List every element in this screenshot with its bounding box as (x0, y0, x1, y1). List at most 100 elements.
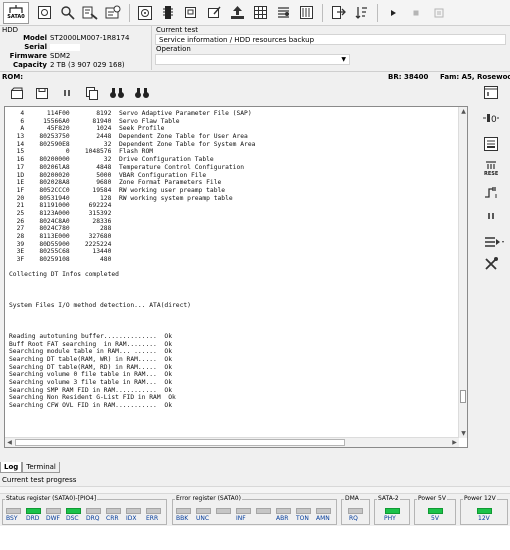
error-register-led (236, 508, 251, 514)
error-register-led (216, 508, 231, 514)
insert-row-button[interactable] (480, 232, 508, 252)
sata2-title: SATA-2 (377, 495, 400, 503)
stop-button[interactable] (405, 3, 427, 23)
edit-button[interactable] (203, 3, 225, 23)
play-icon (391, 9, 396, 16)
scroll-right-icon[interactable]: ▶ (450, 438, 459, 447)
identify-button[interactable] (102, 3, 124, 23)
status-register-led-label: DRD (26, 515, 40, 522)
chevron-down-icon: ▼ (341, 56, 346, 63)
status-register-led (106, 508, 121, 514)
log-line: 39 80D55900 2225224 (9, 240, 112, 248)
power12-box: Power 12V 12V (460, 495, 508, 525)
upload-button[interactable] (226, 3, 248, 23)
wrench-icon (82, 6, 98, 20)
status-register-led (26, 508, 41, 514)
error-register-led (276, 508, 291, 514)
bars-button[interactable] (295, 3, 317, 23)
copy-button[interactable] (180, 3, 202, 23)
power12-title: Power 12V (463, 495, 497, 503)
error-register-led (176, 508, 191, 514)
svg-text:0: 0 (491, 115, 497, 124)
progress-label: Current test progress (2, 476, 77, 484)
tools-button[interactable] (480, 254, 502, 274)
drive-panel-button[interactable] (480, 134, 502, 154)
copy-icon (184, 7, 196, 18)
export-button[interactable] (327, 3, 349, 23)
terminal-window-button[interactable] (480, 82, 502, 102)
hdd-capacity-row: Capacity 2 TB (3 907 029 168) (0, 61, 151, 70)
grid-button[interactable] (249, 3, 271, 23)
sata-port-label: SATA0 (7, 14, 25, 20)
log-vertical-scrollbar[interactable]: ▲ ▼ (458, 107, 467, 438)
capacity-value: 2 TB (3 907 029 168) (50, 61, 125, 69)
save-log-button[interactable] (31, 83, 53, 103)
device-button[interactable] (33, 3, 55, 23)
sort-button[interactable] (350, 3, 372, 23)
tools-icon (485, 257, 498, 270)
test-progress-bar (0, 486, 510, 494)
log-line: 4 114F00 8192 Servo Adaptive Parameter F… (9, 110, 252, 117)
status-register-led-label: DWF (46, 515, 61, 522)
scroll-left-icon[interactable]: ◀ (5, 438, 14, 447)
pause-icon (64, 90, 70, 96)
operation-label: Operation (156, 45, 191, 53)
log-horizontal-scrollbar[interactable]: ◀ ▶ (5, 437, 459, 447)
reset-button[interactable]: RESET (480, 158, 502, 178)
operation-select[interactable]: ▼ (155, 54, 350, 65)
status-register-led (46, 508, 61, 514)
save-icon (36, 87, 48, 99)
copy-log-button[interactable] (81, 83, 103, 103)
open-log-button[interactable] (6, 83, 28, 103)
current-test-value: Service information / HDD resources back… (155, 34, 506, 45)
list-button[interactable] (272, 3, 294, 23)
log-horizontal-scroll-thumb[interactable] (15, 439, 345, 446)
rom-label: ROM: (2, 73, 24, 81)
log-line: 14 802590E8 32 Dependent Zone Table for … (9, 140, 256, 148)
pause-log-button[interactable] (56, 83, 78, 103)
disk-settings-button[interactable] (134, 3, 156, 23)
hdd-info-panel: HDD Model ST2000LM007-1R8174 Serial Firm… (0, 26, 152, 70)
tab-log[interactable]: Log (0, 462, 23, 473)
pause-button[interactable] (428, 3, 450, 23)
log-line: A 45F820 1024 Seek Profile (9, 125, 165, 133)
status-register-led (146, 508, 161, 514)
log-line: 27 8024C780 288 (9, 225, 112, 233)
power5-led-label: 5V (431, 515, 439, 522)
pause-icon (434, 8, 444, 17)
sort-icon (355, 7, 367, 19)
error-register-led-label: TON (296, 515, 309, 522)
log-line: 13 80253750 2448 Dependent Zone Table fo… (9, 133, 248, 141)
sata-port-button[interactable]: SATA0 (3, 1, 29, 24)
find-next-log-button[interactable] (131, 83, 153, 103)
chip-button[interactable] (157, 3, 179, 23)
wrench-button[interactable] (79, 3, 101, 23)
terminal-window-icon (484, 86, 498, 99)
status-register-led (86, 508, 101, 514)
scroll-up-icon[interactable]: ▲ (459, 107, 467, 116)
power-toggle-button[interactable]: 0 (480, 108, 502, 128)
status-register-led-label: DSC (66, 515, 79, 522)
log-vertical-scroll-thumb[interactable] (460, 390, 466, 403)
stop-icon (413, 10, 419, 15)
power-plug-button[interactable] (480, 182, 502, 202)
log-line: Searching volume 3 file table in RAM... … (9, 379, 173, 387)
log-line: 1E 802028A8 9680 Zone Format Parameters … (9, 179, 222, 187)
error-register-box: Error register (SATA0) BBK UNC INF ABR TON AM… (172, 495, 337, 525)
current-test-panel: Current test Service information / HDD r… (153, 26, 510, 70)
play-button[interactable] (382, 3, 404, 23)
scroll-down-icon[interactable]: ▼ (459, 429, 467, 438)
serial-redaction (50, 43, 80, 51)
search-button[interactable] (56, 3, 78, 23)
log-output[interactable]: 4 114F00 8192 Servo Adaptive Parameter F… (4, 106, 468, 448)
tab-terminal[interactable]: Terminal (22, 462, 60, 473)
pause-side-button[interactable] (480, 206, 502, 226)
error-register-led-label: ABR (276, 515, 289, 522)
capacity-label: Capacity (12, 61, 47, 69)
firmware-value: SDM2 (50, 52, 71, 60)
hdd-header: HDD (2, 26, 19, 34)
find-log-button[interactable] (106, 83, 128, 103)
